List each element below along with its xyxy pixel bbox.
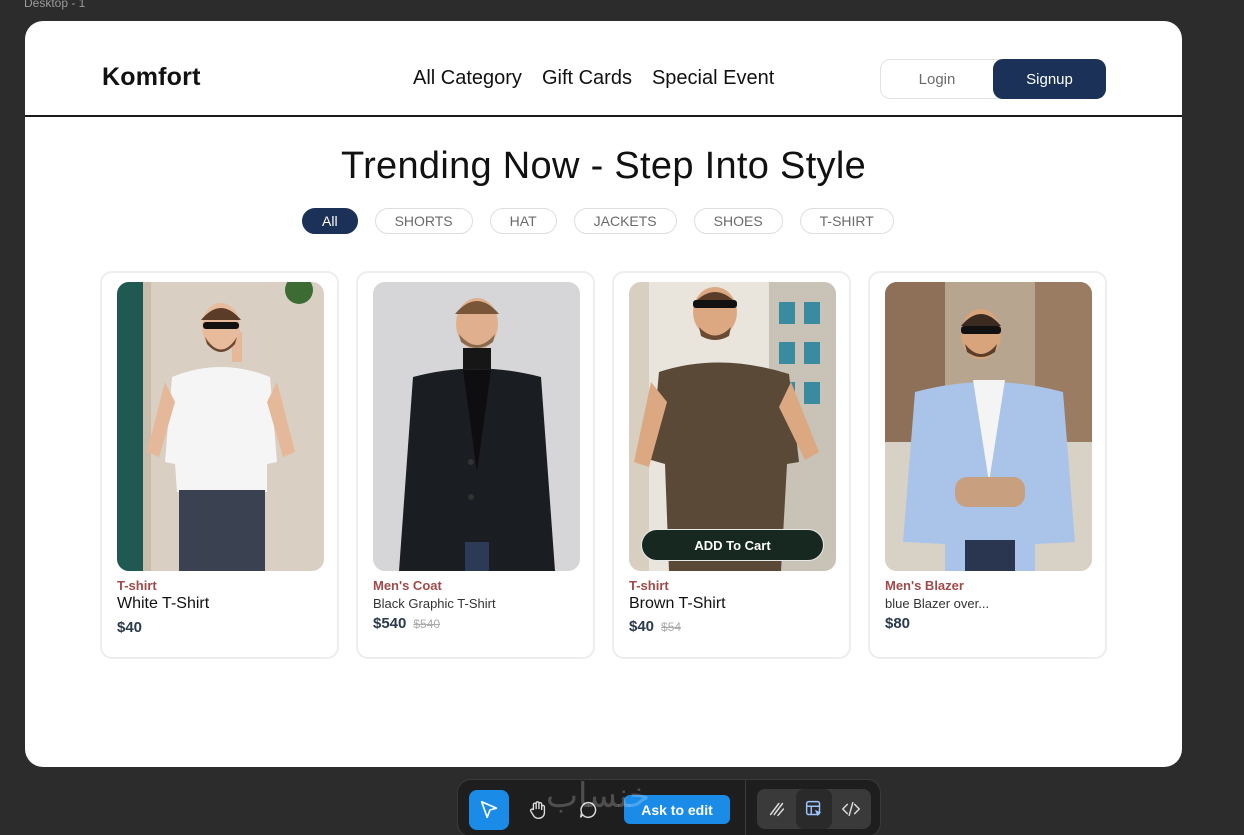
filter-shoes[interactable]: SHOES [693, 208, 783, 234]
pen-icon [769, 802, 785, 817]
nav-all-category[interactable]: All Category [413, 67, 522, 90]
filter-hat[interactable]: HAT [489, 208, 557, 234]
product-card[interactable]: T-shirt White T-Shirt $40 [100, 271, 339, 659]
code-mode-button[interactable] [833, 789, 869, 829]
product-price: $40 [117, 619, 143, 636]
nav-gift-cards[interactable]: Gift Cards [542, 67, 632, 90]
price-row: $80 [885, 615, 910, 632]
section-title: Trending Now - Step Into Style [340, 145, 867, 187]
frame-label: Desktop - 1 [24, 0, 86, 10]
comment-tool[interactable] [568, 790, 608, 830]
comment-icon [579, 801, 597, 819]
code-icon [842, 801, 860, 817]
product-old-price: $540 [413, 617, 441, 631]
draw-mode-button[interactable] [759, 789, 795, 829]
product-photo [885, 282, 1092, 571]
product-name: White T-Shirt [117, 595, 210, 612]
filter-shorts[interactable]: SHORTS [374, 208, 473, 234]
editor-toolbar: Ask to edit [457, 779, 881, 835]
product-category: T-shirt [117, 578, 157, 593]
product-photo: ADD To Cart [629, 282, 836, 571]
move-tool[interactable] [469, 790, 509, 830]
hand-tool[interactable] [518, 790, 558, 830]
price-row: $540 $540 [373, 615, 440, 632]
product-photo [117, 282, 324, 571]
product-old-price: $54 [661, 620, 682, 634]
product-grid: T-shirt White T-Shirt $40 Men's Coat Bla… [100, 271, 1107, 659]
signup-button[interactable]: Signup [993, 59, 1106, 99]
product-category: Men's Coat [373, 578, 442, 593]
brand-logo[interactable]: Komfort [102, 63, 201, 92]
product-name: Brown T-Shirt [629, 595, 726, 612]
filter-jackets[interactable]: JACKETS [573, 208, 677, 234]
product-category: T-shirt [629, 578, 669, 593]
product-photo [373, 282, 580, 571]
product-name: blue Blazer over... [885, 596, 990, 611]
filter-all[interactable]: All [302, 208, 358, 234]
design-mode-button[interactable] [796, 789, 832, 829]
login-button[interactable]: Login [881, 60, 993, 98]
hand-icon [529, 801, 546, 819]
mode-switcher [757, 789, 871, 829]
ask-to-edit-button[interactable]: Ask to edit [624, 795, 730, 824]
product-price: $540 [373, 615, 407, 632]
main-nav: All Category Gift Cards Special Event [413, 67, 774, 90]
category-filters: All SHORTS HAT JACKETS SHOES T-SHIRT [302, 208, 894, 234]
product-price: $80 [885, 615, 911, 632]
layout-cursor-icon [805, 800, 822, 817]
price-row: $40 $54 [629, 618, 681, 635]
filter-tshirt[interactable]: T-SHIRT [799, 208, 894, 234]
cursor-icon [480, 800, 498, 819]
nav-special-event[interactable]: Special Event [652, 67, 774, 90]
desktop-frame: Komfort All Category Gift Cards Special … [25, 21, 1182, 767]
auth-group: Login Signup [880, 59, 1106, 99]
add-to-cart-button[interactable]: ADD To Cart [641, 529, 824, 561]
site-header: Komfort All Category Gift Cards Special … [25, 21, 1182, 117]
product-name: Black Graphic T-Shirt [373, 596, 496, 611]
product-price: $40 [629, 618, 655, 635]
product-card[interactable]: Men's Coat Black Graphic T-Shirt $540 $5… [356, 271, 595, 659]
price-row: $40 [117, 619, 142, 636]
product-category: Men's Blazer [885, 578, 964, 593]
toolbar-divider [745, 780, 746, 835]
product-card[interactable]: Men's Blazer blue Blazer over... $80 [868, 271, 1107, 659]
product-card[interactable]: ADD To Cart T-shirt Brown T-Shirt $40 $5… [612, 271, 851, 659]
